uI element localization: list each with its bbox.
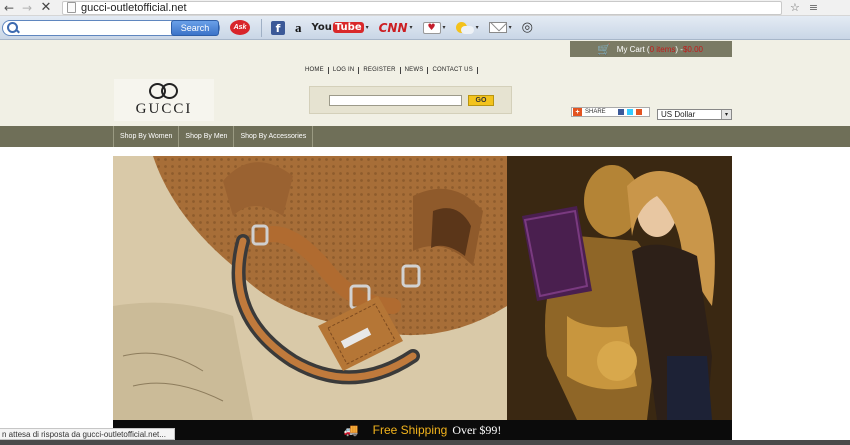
os-taskbar: [0, 440, 850, 445]
site-search-panel: GO: [309, 86, 512, 114]
toolbar-search-input[interactable]: Search: [2, 19, 220, 36]
chevron-down-icon: ▾: [365, 24, 369, 31]
share-label: SHARE: [585, 109, 606, 115]
chevron-down-icon: ▾: [442, 24, 446, 31]
page-icon: [67, 2, 76, 13]
truck-icon: 🚚: [343, 423, 359, 437]
games-button[interactable]: ♥ ▾: [422, 21, 446, 34]
mail-button[interactable]: ▾: [488, 22, 512, 33]
currency-value: US Dollar: [661, 110, 696, 119]
model-illustration: [507, 156, 732, 420]
cart-link[interactable]: 🛒 My Cart ( 0 items ) - $0.00: [570, 41, 732, 57]
cart-icon: 🛒: [597, 42, 611, 56]
cart-separator: ) -: [675, 44, 683, 54]
handbag-illustration: [113, 156, 507, 420]
browser-actions: ☆ ≡: [790, 1, 827, 14]
nav-shop-men[interactable]: Shop By Men: [179, 126, 235, 147]
cart-item-count: 0 items: [649, 44, 676, 54]
twitter-share-icon[interactable]: [626, 109, 633, 115]
share-plus-icon: +: [573, 108, 582, 116]
toolbar-divider: [261, 18, 262, 37]
amazon-icon: a: [295, 19, 302, 35]
cart-label: My Cart (: [616, 44, 650, 54]
search-icon: [6, 21, 20, 35]
banner-model-image: [507, 156, 732, 420]
url-field[interactable]: gucci-outletofficial.net: [62, 0, 782, 15]
contact-us-link[interactable]: CONTACT US: [428, 67, 478, 74]
nav-shop-women[interactable]: Shop By Women: [113, 126, 180, 147]
eye-button[interactable]: ◎: [522, 20, 533, 35]
gucci-logo[interactable]: GUCCI: [114, 79, 214, 121]
ask-logo-icon[interactable]: Ask: [230, 20, 250, 35]
url-text: gucci-outletofficial.net: [81, 1, 187, 14]
hero-banner[interactable]: [113, 156, 732, 420]
weather-icon: [455, 21, 474, 34]
site-header: 🛒 My Cart ( 0 items ) - $0.00 GUCCI HOME…: [0, 40, 850, 126]
cnn-icon: CNN: [378, 20, 408, 35]
bookmark-star-icon[interactable]: ☆: [790, 1, 800, 14]
chevron-down-icon: ▾: [409, 24, 413, 31]
facebook-icon: f: [271, 20, 285, 35]
youtube-button[interactable]: You Tube ▾: [312, 22, 369, 33]
youtube-label-you: You: [311, 22, 332, 33]
home-link[interactable]: HOME: [305, 67, 329, 74]
currency-select[interactable]: US Dollar ▾: [657, 109, 732, 120]
login-link[interactable]: LOG IN: [329, 67, 360, 74]
ask-toolbar: Search Ask f a You Tube ▾ CNN ▾ ♥ ▾ ▾ ▾ ◎: [0, 16, 850, 40]
category-nav: Shop By Women Shop By Men Shop By Access…: [0, 126, 850, 147]
news-link[interactable]: NEWS: [401, 67, 429, 74]
top-links: HOME LOG IN REGISTER NEWS CONTACT US: [305, 67, 478, 74]
playing-cards-icon: ♥: [422, 21, 441, 34]
back-button[interactable]: ←: [0, 0, 18, 16]
stop-button[interactable]: ✕: [36, 0, 56, 16]
site-search-input[interactable]: [329, 95, 462, 106]
browser-status-bar: n attesa di risposta da gucci-outletoffi…: [0, 428, 175, 440]
gucci-monogram-icon: [147, 82, 181, 100]
facebook-share-icon[interactable]: [617, 109, 624, 115]
go-button[interactable]: GO: [468, 95, 494, 106]
free-shipping-threshold: Over $99!: [452, 422, 502, 437]
mail-icon: [488, 22, 507, 33]
browser-menu-icon[interactable]: ≡: [809, 1, 818, 14]
chevron-down-icon: ▾: [721, 110, 731, 119]
cart-total: $0.00: [682, 44, 703, 54]
logo-text: GUCCI: [135, 101, 193, 117]
register-link[interactable]: REGISTER: [359, 67, 401, 74]
chevron-down-icon: ▾: [475, 24, 479, 31]
nav-shop-accessories[interactable]: Shop By Accessories: [234, 126, 314, 147]
toolbar-search-button[interactable]: Search: [171, 19, 219, 36]
free-shipping-banner[interactable]: 🚚 Free Shipping Over $99!: [113, 420, 732, 440]
free-shipping-text: Free Shipping: [372, 423, 448, 437]
youtube-label-tube: Tube: [332, 22, 364, 33]
chevron-down-icon: ▾: [508, 24, 512, 31]
share-button[interactable]: + SHARE: [571, 107, 650, 117]
amazon-button[interactable]: a: [295, 20, 302, 36]
facebook-button[interactable]: f: [271, 20, 285, 35]
forward-button[interactable]: →: [18, 0, 36, 16]
browser-address-bar: ← → ✕ gucci-outletofficial.net ☆ ≡: [0, 0, 850, 16]
more-share-icon[interactable]: [635, 109, 642, 115]
banner-handbag-image: [113, 156, 507, 420]
cnn-button[interactable]: CNN ▾: [379, 21, 413, 35]
eye-icon: ◎: [521, 20, 533, 35]
youtube-icon: You Tube: [312, 22, 364, 33]
weather-button[interactable]: ▾: [455, 21, 479, 34]
